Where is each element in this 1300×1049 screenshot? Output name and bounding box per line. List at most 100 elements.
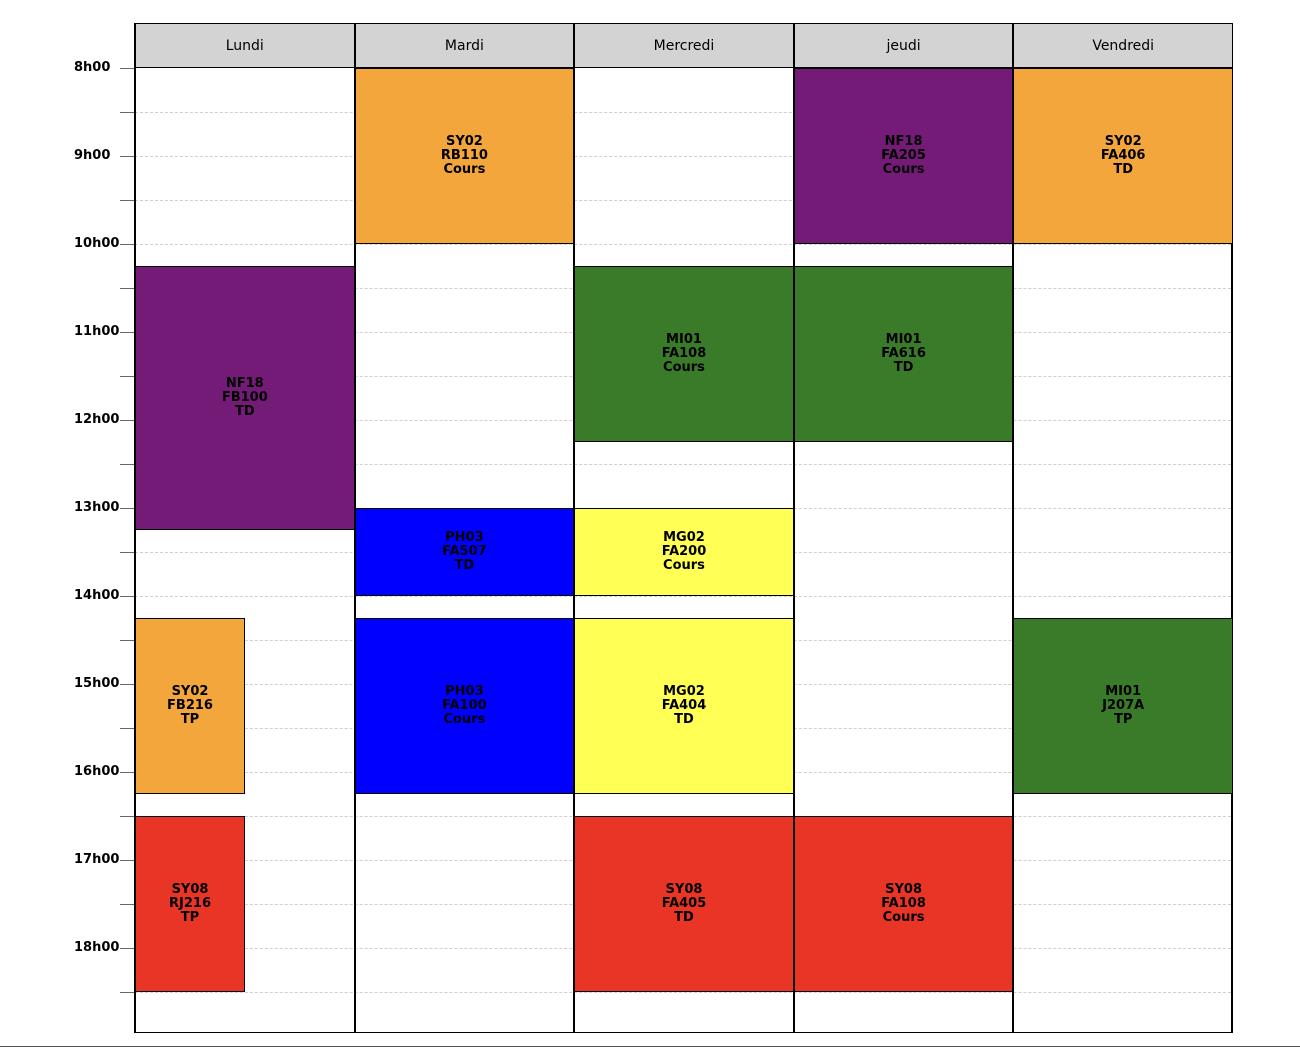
course-code: MG02 bbox=[663, 530, 705, 545]
course-code: SY02 bbox=[171, 684, 209, 699]
hour-label: 17h00 bbox=[74, 852, 120, 867]
course-block-sy02[interactable]: SY02 FB216 TP bbox=[135, 618, 245, 794]
course-code: SY08 bbox=[665, 882, 703, 897]
course-block-mg02[interactable]: MG02 FA200 Cours bbox=[574, 508, 794, 596]
course-room: J207A bbox=[1102, 698, 1145, 713]
course-type: Cours bbox=[443, 162, 486, 177]
axis-tick bbox=[120, 464, 134, 465]
course-block-mi01[interactable]: MI01 FA616 TD bbox=[793, 266, 1014, 442]
course-room: FA404 bbox=[661, 698, 707, 713]
course-block-ph03[interactable]: PH03 FA507 TD bbox=[354, 508, 575, 596]
course-type: Cours bbox=[443, 712, 486, 727]
axis-tick bbox=[120, 772, 134, 773]
course-type: Cours bbox=[882, 162, 925, 177]
course-block-nf18[interactable]: NF18 FA205 Cours bbox=[793, 68, 1014, 244]
weekly-timetable: 8h00 9h00 10h00 11h00 12h00 13h00 14h00 15h00 16… bbox=[0, 0, 1300, 1049]
course-type: TP bbox=[180, 910, 200, 925]
course-room: FB216 bbox=[167, 698, 213, 713]
course-type: TD bbox=[234, 404, 255, 419]
course-block-sy08[interactable]: SY08 FA108 Cours bbox=[793, 816, 1014, 992]
course-code: PH03 bbox=[445, 684, 484, 699]
axis-tick bbox=[120, 904, 134, 905]
course-code: NF18 bbox=[225, 376, 264, 391]
axis-tick bbox=[120, 552, 134, 553]
axis-tick bbox=[120, 68, 134, 69]
course-type: TD bbox=[893, 360, 914, 375]
axis-tick bbox=[120, 376, 134, 377]
axis-tick bbox=[120, 948, 134, 949]
course-room: FA406 bbox=[1100, 148, 1146, 163]
hour-label: 16h00 bbox=[74, 764, 120, 779]
course-room: FA200 bbox=[661, 544, 707, 559]
hour-label: 8h00 bbox=[74, 60, 111, 75]
axis-tick bbox=[120, 420, 134, 421]
axis-tick bbox=[120, 816, 134, 817]
hour-label: 9h00 bbox=[74, 148, 111, 163]
course-block-sy08[interactable]: SY08 RJ216 TP bbox=[135, 816, 245, 992]
axis-tick bbox=[120, 508, 134, 509]
course-block-ph03[interactable]: PH03 FA100 Cours bbox=[354, 618, 575, 794]
axis-tick bbox=[120, 860, 134, 861]
hour-label: 18h00 bbox=[74, 940, 120, 955]
axis-tick bbox=[120, 332, 134, 333]
day-header-vendredi: Vendredi bbox=[1013, 23, 1233, 68]
day-header-lundi: Lundi bbox=[135, 23, 355, 68]
course-type: TP bbox=[1113, 712, 1133, 727]
course-room: FA616 bbox=[881, 346, 926, 361]
bottom-divider bbox=[0, 1046, 1300, 1047]
course-type: TD bbox=[674, 712, 694, 727]
axis-tick bbox=[120, 112, 134, 113]
axis-tick bbox=[120, 596, 134, 597]
axis-tick bbox=[120, 640, 134, 641]
course-type: Cours bbox=[663, 360, 705, 375]
course-room: FA405 bbox=[661, 896, 707, 911]
course-type: TD bbox=[1113, 162, 1134, 177]
course-code: SY02 bbox=[1104, 134, 1142, 149]
course-type: Cours bbox=[882, 910, 925, 925]
course-type: TP bbox=[180, 712, 200, 727]
axis-tick bbox=[120, 244, 134, 245]
course-block-mi01[interactable]: MI01 FA108 Cours bbox=[574, 266, 794, 442]
course-code: MI01 bbox=[885, 332, 922, 347]
axis-tick bbox=[120, 156, 134, 157]
hour-label: 12h00 bbox=[74, 412, 120, 427]
hour-label: 11h00 bbox=[74, 324, 120, 339]
course-block-mg02[interactable]: MG02 FA404 TD bbox=[574, 618, 794, 794]
course-room: FB100 bbox=[221, 390, 268, 405]
course-type: TD bbox=[674, 910, 694, 925]
hour-label: 15h00 bbox=[74, 676, 120, 691]
course-code: NF18 bbox=[884, 134, 923, 149]
course-code: MI01 bbox=[1105, 684, 1142, 699]
course-room: FA100 bbox=[442, 698, 487, 713]
course-code: SY08 bbox=[885, 882, 923, 897]
axis-tick bbox=[120, 992, 134, 993]
axis-tick bbox=[120, 684, 134, 685]
hour-label: 13h00 bbox=[74, 500, 120, 515]
hour-label: 10h00 bbox=[74, 236, 120, 251]
hour-label: 14h00 bbox=[74, 588, 120, 603]
course-block-mi01[interactable]: MI01 J207A TP bbox=[1013, 618, 1233, 794]
course-code: MG02 bbox=[663, 684, 705, 699]
course-room: FA205 bbox=[881, 148, 926, 163]
course-room: FA108 bbox=[881, 896, 926, 911]
day-header-mardi: Mardi bbox=[354, 23, 575, 68]
course-block-sy02[interactable]: SY02 FA406 TD bbox=[1013, 68, 1233, 244]
course-type: TD bbox=[454, 558, 475, 573]
course-room: FA507 bbox=[442, 544, 487, 559]
axis-tick bbox=[120, 288, 134, 289]
day-header-mercredi: Mercredi bbox=[574, 23, 794, 68]
course-code: SY08 bbox=[171, 882, 209, 897]
course-code: MI01 bbox=[666, 332, 702, 347]
day-header-jeudi: jeudi bbox=[793, 23, 1014, 68]
course-block-sy08[interactable]: SY08 FA405 TD bbox=[574, 816, 794, 992]
course-type: Cours bbox=[663, 558, 705, 573]
course-block-nf18[interactable]: NF18 FB100 TD bbox=[135, 266, 355, 530]
course-room: FA108 bbox=[661, 346, 707, 361]
axis-tick bbox=[120, 728, 134, 729]
course-code: PH03 bbox=[445, 530, 484, 545]
axis-tick bbox=[120, 200, 134, 201]
course-code: SY02 bbox=[445, 134, 483, 149]
course-block-sy02[interactable]: SY02 RB110 Cours bbox=[354, 68, 575, 244]
course-room: RJ216 bbox=[169, 896, 211, 911]
course-room: RB110 bbox=[440, 148, 488, 163]
